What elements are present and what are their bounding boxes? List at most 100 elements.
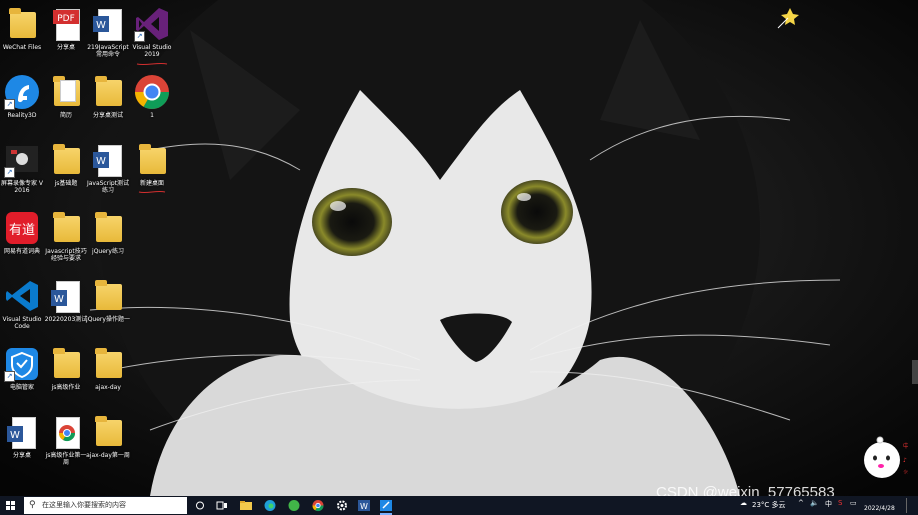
gear-icon <box>337 500 347 511</box>
desktop-icon-label: Visual Studio 2019 <box>132 44 172 58</box>
word-icon: W <box>358 500 370 511</box>
folder-icon <box>4 6 40 42</box>
desktop-icon-share-test[interactable]: 分享桌测试 <box>86 72 130 136</box>
desktop-icon-js-advanced-week1[interactable]: js高级作业第一周 <box>44 412 88 476</box>
desktop-icon-chrome[interactable]: 1 <box>130 72 174 136</box>
network-icon[interactable]: ▭ <box>850 499 857 507</box>
desktop-icon-ajax-day[interactable]: ajax-day <box>86 344 130 408</box>
file-explorer-icon <box>240 501 252 510</box>
chrome-icon <box>134 74 170 110</box>
desktop-icon-label: 1 <box>150 112 154 119</box>
folder-icon <box>48 210 84 246</box>
desktop-icon-label: jQuery操作题一 <box>86 316 130 323</box>
search-icon: ⚲ <box>29 500 36 510</box>
desktop-icon-jquery-ops[interactable]: jQuery操作题一 <box>86 276 130 340</box>
system-tray: ☁ 23°C 多云 ^ 🔈 中 S ▭ 2022/4/28 <box>728 496 918 515</box>
desktop-icon-pdf[interactable]: PDF 分享桌 <box>44 4 88 68</box>
sogou-icon[interactable]: S <box>838 499 842 507</box>
desktop-icon-label: WeChat Files <box>2 44 42 51</box>
desktop-icon-jquery-practice[interactable]: jQuery练习 <box>86 208 130 272</box>
desktop-icon-visual-studio[interactable]: ↗ Visual Studio 2019 <box>130 4 174 68</box>
folder-icon <box>90 210 126 246</box>
taskbar-search-box[interactable]: ⚲ 在这里输入你要搜索的内容 <box>24 497 187 514</box>
svg-text:W: W <box>360 502 368 511</box>
svg-text:W: W <box>54 294 64 305</box>
red-underline-mark <box>136 62 168 66</box>
desktop-icon-label: 20220203测试 <box>44 316 88 323</box>
desktop-icon-js-commands[interactable]: W 219JavaScript 常用命令 <box>86 4 130 68</box>
clock-date[interactable]: 2022/4/28 <box>864 505 895 512</box>
desktop-icon-resume[interactable]: 简历 <box>44 72 88 136</box>
desktop-icon-label: 分享桌测试 <box>92 112 123 119</box>
vscode-icon <box>4 278 40 314</box>
desktop-icon-label: ajax-day第一周 <box>86 452 130 459</box>
desktop-icon-label: Javascript技巧 经验与要求 <box>45 248 87 262</box>
taskbar-file-explorer[interactable] <box>238 498 254 513</box>
svg-text:☼: ☼ <box>903 469 908 476</box>
desktop-icon-reality3d[interactable]: ↗ Reality3D <box>0 72 44 136</box>
desktop-icon-label: 分享桌 <box>12 452 31 459</box>
desktop-icon-js-advanced[interactable]: js高级作业 <box>44 344 88 408</box>
visual-studio-icon: ↗ <box>134 6 170 42</box>
taskbar: ⚲ 在这里输入你要搜索的内容 W ☁ 23°C 多云 ^ 🔈 中 S ▭ 202… <box>0 496 918 515</box>
taskbar-wechat[interactable] <box>286 498 302 513</box>
weather-text[interactable]: 23°C 多云 <box>752 500 786 510</box>
desktop-icon-label: 网易有道词典 <box>3 248 40 255</box>
taskbar-app-active[interactable] <box>378 498 394 515</box>
desktop-icon-screen-recorder[interactable]: ↗ 屏幕录像专家 V2016 <box>0 140 44 204</box>
word-doc-icon: W <box>90 6 126 42</box>
task-view-button[interactable] <box>192 498 208 513</box>
desktop-icon-wechat-files[interactable]: WeChat Files <box>0 4 44 68</box>
show-desktop-button[interactable] <box>906 498 907 513</box>
folder-icon <box>48 346 84 382</box>
svg-text:♪: ♪ <box>903 457 907 464</box>
desktop-icon-label: JavaScript测试 练习 <box>86 180 130 194</box>
blue-app-icon <box>380 500 392 511</box>
svg-text:W: W <box>96 20 106 31</box>
svg-text:中: 中 <box>903 442 908 450</box>
svg-text:W: W <box>10 430 20 441</box>
desktop-icon-label: 简历 <box>59 112 72 119</box>
desktop-icon-js-basics[interactable]: js基础题 <box>44 140 88 204</box>
start-button[interactable] <box>3 498 19 513</box>
folder-icon <box>90 74 126 110</box>
task-view-icon <box>216 501 227 510</box>
svg-text:PDF: PDF <box>57 14 75 24</box>
search-placeholder: 在这里输入你要搜索的内容 <box>42 501 126 509</box>
cartoon-mascot-icon[interactable]: 中 ♪ ☼ <box>860 428 908 480</box>
folder-icon <box>90 414 126 450</box>
taskbar-edge[interactable] <box>262 498 278 513</box>
chevron-up-icon[interactable]: ^ <box>798 499 804 507</box>
taskbar-chrome[interactable] <box>310 498 326 513</box>
desktop-icon-ajax-day-week1[interactable]: ajax-day第一周 <box>86 412 130 476</box>
folder-icon <box>48 142 84 178</box>
weather-icon[interactable]: ☁ <box>740 499 747 507</box>
desktop-icon-word-doc[interactable]: W 分享桌 <box>0 412 44 476</box>
desktop-icon-pc-manager[interactable]: ↗ 电脑管家 <box>0 344 44 408</box>
desktop-icon-test-doc[interactable]: W 20220203测试 <box>44 276 88 340</box>
ime-indicator[interactable]: 中 <box>825 499 832 509</box>
svg-text:W: W <box>96 156 106 167</box>
edge-icon <box>264 500 276 511</box>
desktop-icon-label: js高级作业第一周 <box>45 452 87 466</box>
speaker-icon[interactable]: 🔈 <box>810 499 819 507</box>
desktop-icon-label: Reality3D <box>7 112 37 119</box>
desktop-icon-label: Visual Studio Code <box>2 316 42 330</box>
svg-text:有道: 有道 <box>9 223 35 238</box>
desktop-icon-js-test-practice[interactable]: W JavaScript测试 练习 <box>86 140 130 204</box>
desktop-icon-label: 219JavaScript 常用命令 <box>87 44 129 58</box>
desktop-icon-label: jQuery练习 <box>92 248 124 255</box>
desktop-icon-new-desktop[interactable]: 新建桌面 <box>130 140 174 204</box>
word-doc-icon: W <box>90 142 126 178</box>
word-doc-icon: W <box>48 278 84 314</box>
desktop-icon-label: 新建桌面 <box>139 180 164 187</box>
desktop-icon-vscode[interactable]: Visual Studio Code <box>0 276 44 340</box>
desktop-icon-label: ajax-day <box>95 384 121 391</box>
desktop-icon-label: 屏幕录像专家 V2016 <box>0 180 43 194</box>
taskbar-settings[interactable] <box>334 498 350 513</box>
desktop-icon-youdao[interactable]: 有道 网易有道词典 <box>0 208 44 272</box>
taskbar-word[interactable]: W <box>356 498 372 513</box>
desktop-icon-js-tips[interactable]: Javascript技巧 经验与要求 <box>44 208 88 272</box>
task-view-timeline-button[interactable] <box>214 498 230 513</box>
green-app-icon <box>288 500 300 511</box>
